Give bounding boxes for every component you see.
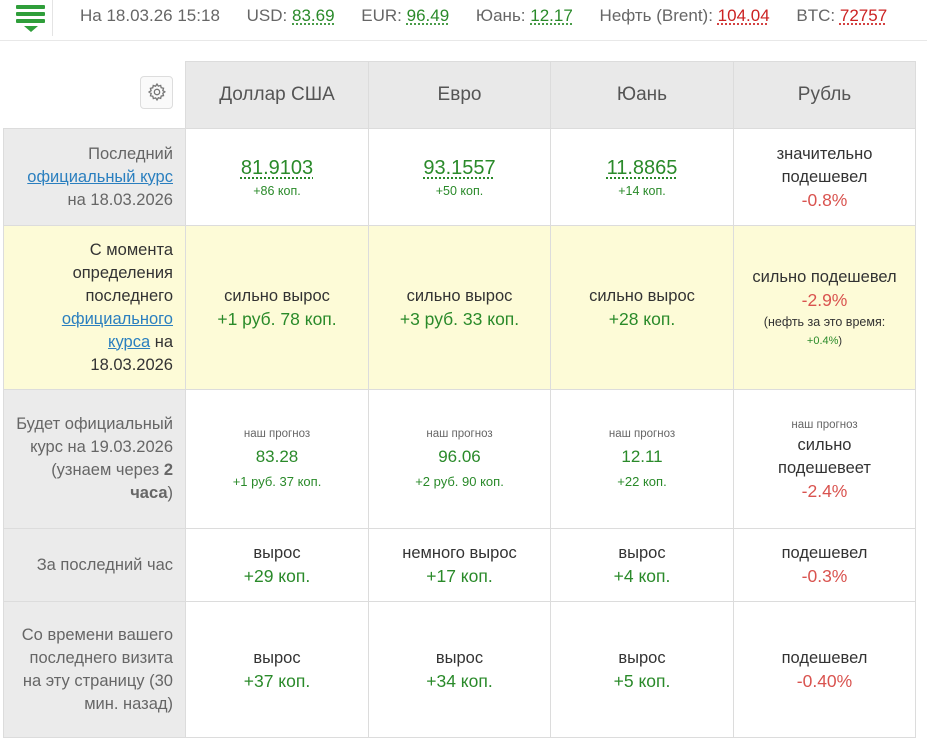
column-header-rub[interactable]: Рубль bbox=[733, 61, 916, 129]
column-header-eur[interactable]: Евро bbox=[368, 61, 551, 129]
rates-ticker: На 18.03.26 15:18 USD: 83.69 EUR: 96.49 … bbox=[80, 6, 887, 26]
row-label-hour: За последний час bbox=[3, 528, 186, 602]
top-bar: На 18.03.26 15:18 USD: 83.69 EUR: 96.49 … bbox=[0, 0, 927, 40]
cell-visit-rub: подешевел -0.40% bbox=[733, 601, 916, 738]
column-header-usd[interactable]: Доллар США bbox=[185, 61, 369, 129]
cell-official-usd: 81.9103 +86 коп. bbox=[185, 128, 369, 226]
cell-hour-rub: подешевел -0.3% bbox=[733, 528, 916, 602]
official-change-eur: +50 коп. bbox=[435, 183, 484, 198]
official-change-cny: +14 коп. bbox=[618, 183, 666, 198]
eur-value[interactable]: 96.49 bbox=[407, 6, 450, 25]
cell-forecast-rub: наш прогноз сильно подешевеет -2.4% bbox=[733, 389, 916, 529]
currency-table: Доллар США Евро Юань Рубль Последний офи… bbox=[3, 61, 916, 738]
btc-value[interactable]: 72757 bbox=[840, 6, 887, 25]
row-forecast: Будет официальный курс на 19.03.2026 (уз… bbox=[3, 389, 916, 529]
official-change-usd: +86 коп. bbox=[253, 183, 301, 198]
oil-value[interactable]: 104.04 bbox=[718, 6, 770, 25]
cell-since-rub: сильно подешевел -2.9% (нефть за это вре… bbox=[733, 225, 916, 390]
row-label-visit: Со времени вашего последнего визита на э… bbox=[3, 601, 186, 738]
cell-hour-eur: немного вырос +17 коп. bbox=[368, 528, 551, 602]
cell-hour-cny: вырос +4 коп. bbox=[550, 528, 734, 602]
cell-since-cny: сильно вырос +28 коп. bbox=[550, 225, 734, 390]
official-rate-eur[interactable]: 93.1557 bbox=[423, 157, 495, 180]
cell-hour-usd: вырос +29 коп. bbox=[185, 528, 369, 602]
oil-label: Нефть (Brent): bbox=[599, 6, 713, 25]
row-since-visit: Со времени вашего последнего визита на э… bbox=[3, 601, 916, 738]
cell-official-rub: значительно подешевел -0.8% bbox=[733, 128, 916, 226]
cny-label: Юань: bbox=[475, 6, 526, 25]
official-pct-rub: -0.8% bbox=[801, 189, 848, 210]
cell-visit-eur: вырос +34 коп. bbox=[368, 601, 551, 738]
row-label-official: Последний официальный курс на 18.03.2026 bbox=[3, 128, 186, 226]
cell-forecast-eur: наш прогноз 96.06 +2 руб. 90 коп. bbox=[368, 389, 551, 529]
official-rate-usd[interactable]: 81.9103 bbox=[241, 157, 313, 180]
row-label-forecast: Будет официальный курс на 19.03.2026 (уз… bbox=[3, 389, 186, 529]
row-since-official: С момента определения последнего официал… bbox=[3, 225, 916, 390]
cell-official-cny: 11.8865 +14 коп. bbox=[550, 128, 734, 226]
gear-icon[interactable] bbox=[140, 75, 173, 109]
official-rate-cny[interactable]: 11.8865 bbox=[607, 157, 678, 180]
row-last-hour: За последний час вырос +29 коп. немного … bbox=[3, 528, 916, 602]
divider bbox=[0, 40, 927, 41]
row-official-rate: Последний официальный курс на 18.03.2026… bbox=[3, 128, 916, 226]
cell-forecast-cny: наш прогноз 12.11 +22 коп. bbox=[550, 389, 734, 529]
row-label-since: С момента определения последнего официал… bbox=[3, 225, 186, 390]
cell-forecast-usd: наш прогноз 83.28 +1 руб. 37 коп. bbox=[185, 389, 369, 529]
header-corner bbox=[3, 61, 186, 129]
cny-value[interactable]: 12.17 bbox=[530, 6, 573, 25]
column-header-cny[interactable]: Юань bbox=[550, 61, 734, 129]
cell-official-eur: 93.1557 +50 коп. bbox=[368, 128, 551, 226]
usd-value[interactable]: 83.69 bbox=[292, 6, 335, 25]
official-rate-link-3[interactable]: курса bbox=[108, 333, 150, 351]
cell-visit-cny: вырос +5 коп. bbox=[550, 601, 734, 738]
cell-since-eur: сильно вырос +3 руб. 33 коп. bbox=[368, 225, 551, 390]
header-row: Доллар США Евро Юань Рубль bbox=[3, 61, 916, 129]
usd-label: USD: bbox=[246, 6, 288, 25]
official-rate-link-2[interactable]: официального bbox=[62, 310, 173, 328]
btc-label: BTC: bbox=[796, 6, 836, 25]
hamburger-menu-icon[interactable] bbox=[5, 0, 53, 36]
eur-label: EUR: bbox=[361, 6, 402, 25]
cell-since-usd: сильно вырос +1 руб. 78 коп. bbox=[185, 225, 369, 390]
ticker-date: На 18.03.26 15:18 bbox=[80, 6, 220, 25]
cell-visit-usd: вырос +37 коп. bbox=[185, 601, 369, 738]
official-rate-link[interactable]: официальный курс bbox=[27, 168, 173, 186]
